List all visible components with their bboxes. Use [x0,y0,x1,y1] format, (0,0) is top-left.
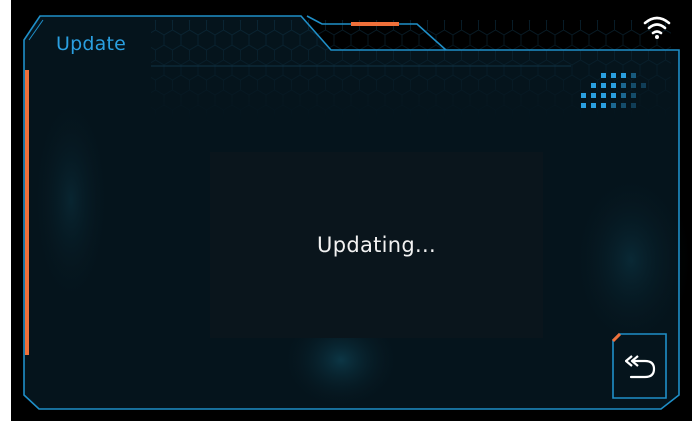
back-button[interactable] [612,333,667,399]
device-screen: Update Updating... [11,0,692,421]
back-arrow-icon [625,355,656,379]
signal-grid-icon [581,73,646,108]
page-title: Update [56,33,127,55]
wifi-icon [643,16,671,39]
update-status-text: Updating... [317,233,436,257]
update-status-dialog: Updating... [210,152,543,338]
